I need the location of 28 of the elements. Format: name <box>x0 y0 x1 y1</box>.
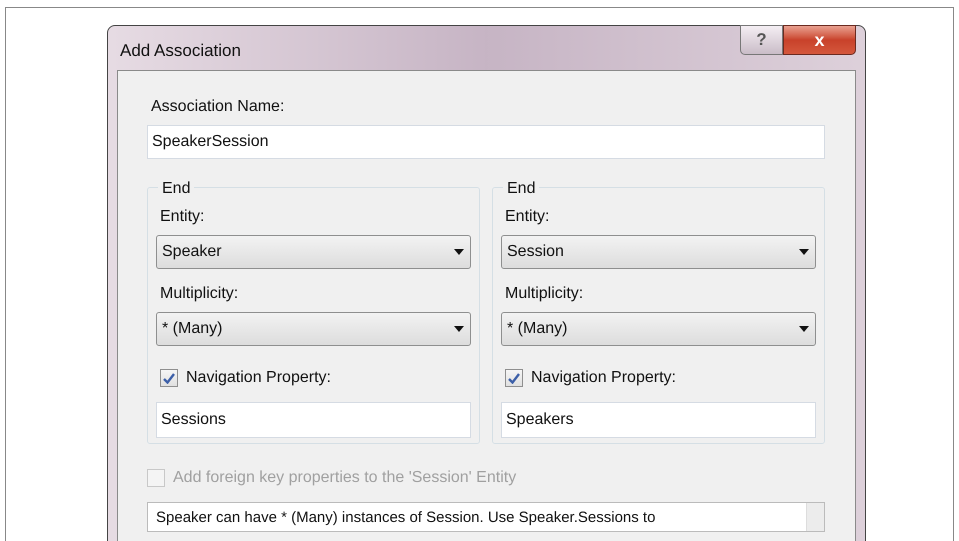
dropdown-arrow-icon <box>454 326 464 332</box>
checkmark-icon <box>163 372 175 384</box>
field-label: Multiplicity: <box>160 284 240 304</box>
dropdown-arrow-icon <box>454 249 464 255</box>
field-label: Navigation Property: <box>531 368 676 388</box>
field-label: Entity: <box>160 207 206 227</box>
field-label: Multiplicity: <box>505 284 584 304</box>
close-button[interactable]: x <box>783 25 856 55</box>
dropdown[interactable]: * (Many) <box>156 312 471 346</box>
checkbox[interactable] <box>160 369 178 387</box>
dropdown[interactable]: * (Many) <box>501 312 816 346</box>
checkbox[interactable] <box>505 369 523 387</box>
navigation-property-field[interactable]: Speakers <box>501 402 816 438</box>
checkbox-label: Add foreign key properties to the 'Session' Entity <box>173 468 516 488</box>
dropdown-arrow-icon <box>799 249 809 255</box>
field-label: Association Name: <box>151 97 286 117</box>
navigation-property-field[interactable]: Sessions <box>156 402 471 438</box>
help-button[interactable]: ? <box>740 25 783 55</box>
scrollbar[interactable] <box>806 503 824 531</box>
window-title: Add Association <box>120 40 241 62</box>
dropdown[interactable]: Speaker <box>156 235 471 269</box>
association-name-field[interactable]: SpeakerSession <box>147 125 825 159</box>
dropdown[interactable]: Session <box>501 235 816 269</box>
description-text: Speaker can have * (Many) instances of Session. Use Speaker.Sessions to <box>155 508 656 528</box>
field-label: Entity: <box>505 207 550 227</box>
checkmark-icon <box>508 372 520 384</box>
field-label: Navigation Property: <box>186 368 331 388</box>
dropdown-arrow-icon <box>799 326 809 332</box>
